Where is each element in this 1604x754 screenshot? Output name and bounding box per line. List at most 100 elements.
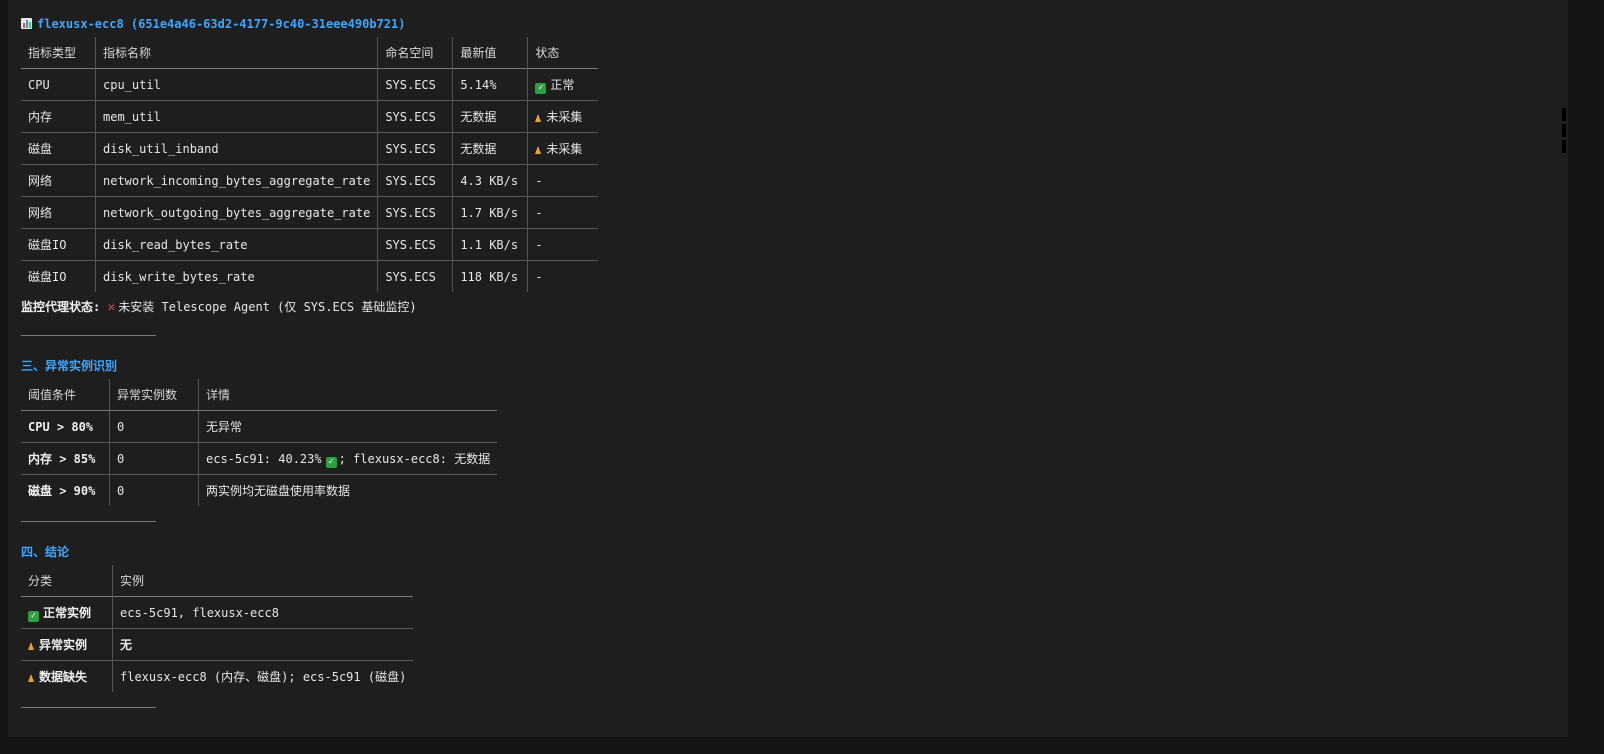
metric-namespace: SYS.ECS xyxy=(377,164,453,197)
divider xyxy=(21,707,156,708)
column-header: 异常实例数 xyxy=(109,379,199,411)
anomaly-count: 0 xyxy=(109,474,199,506)
check-icon: ✓ xyxy=(535,82,547,94)
table-header-row: 指标类型 指标名称 命名空间 最新值 状态 xyxy=(21,37,599,69)
conclusion-category: 数据缺失 xyxy=(21,661,113,693)
metric-name: mem_util xyxy=(94,100,378,133)
metric-value: 5.14% xyxy=(452,68,528,101)
metric-value: 4.3 KB/s xyxy=(452,164,528,197)
column-header: 指标名称 xyxy=(94,37,378,69)
metric-name: cpu_util xyxy=(94,68,378,101)
table-row: 网络 network_incoming_bytes_aggregate_rate… xyxy=(21,164,599,197)
metric-type: 磁盘IO xyxy=(28,270,67,284)
column-header: 实例 xyxy=(112,565,414,597)
table-row: 内存 > 85% 0 ecs-5c91: 40.23% ✓; flexusx-ec… xyxy=(21,442,498,475)
metric-type: 磁盘 xyxy=(28,142,53,156)
table-row: 磁盘 > 90% 0 两实例均无磁盘使用率数据 xyxy=(21,474,498,506)
metric-value: 118 KB/s xyxy=(452,260,528,292)
table-row: 磁盘 disk_util_inband SYS.ECS 无数据 未采集 xyxy=(21,132,599,165)
warning-icon xyxy=(535,114,542,122)
anomaly-detail: ecs-5c91: 40.23% ✓; flexusx-ecc8: 无数据 xyxy=(198,442,498,475)
warning-icon xyxy=(28,642,34,650)
metric-name: network_incoming_bytes_aggregate_rate xyxy=(94,164,378,197)
column-header: 状态 xyxy=(527,37,599,69)
metric-namespace: SYS.ECS xyxy=(377,196,453,229)
section-title-conclusion: 四、结论 xyxy=(21,545,70,559)
threshold-condition: 磁盘 > 90% xyxy=(28,484,96,498)
table-row: 内存 mem_util SYS.ECS 无数据 未采集 xyxy=(21,100,599,133)
agent-status-label: 监控代理状态: xyxy=(21,300,101,314)
warning-icon xyxy=(535,146,542,154)
conclusion-instances: 无 xyxy=(112,628,414,661)
category-label: 异常实例 xyxy=(39,638,88,652)
metric-type: 网络 xyxy=(28,174,53,188)
metric-status: - xyxy=(527,196,599,229)
instance-header: flexusx-ecc8 (651e4a46-63d2-4177-9c40-31… xyxy=(21,14,1568,34)
metrics-table: 指标类型 指标名称 命名空间 最新值 状态 CPU cpu_util SYS.E… xyxy=(21,37,599,292)
table-row: 磁盘IO disk_write_bytes_rate SYS.ECS 118 K… xyxy=(21,260,599,292)
metric-name: disk_util_inband xyxy=(94,132,378,165)
metric-name: disk_read_bytes_rate xyxy=(94,228,378,261)
column-header: 详情 xyxy=(198,379,498,411)
table-header-row: 分类 实例 xyxy=(21,565,414,597)
scroll-markers xyxy=(1562,108,1568,156)
conclusion-instances: flexusx-ecc8 (内存、磁盘); ecs-5c91 (磁盘) xyxy=(112,660,414,692)
detail-part: ecs-5c91: 40.23% xyxy=(206,451,322,466)
category-label: 正常实例 xyxy=(43,605,92,620)
conclusion-category: ✓ 正常实例 xyxy=(21,597,113,629)
metric-status: - xyxy=(527,228,599,261)
anomaly-detail: 两实例均无磁盘使用率数据 xyxy=(198,474,498,506)
instance-title: flexusx-ecc8 (651e4a46-63d2-4177-9c40-31… xyxy=(37,17,406,31)
metric-type: 内存 xyxy=(28,110,53,124)
column-header: 阈值条件 xyxy=(28,388,77,402)
column-header: 最新值 xyxy=(452,37,528,69)
table-row: 网络 network_outgoing_bytes_aggregate_rate… xyxy=(21,196,599,229)
section-title-anomaly: 三、异常实例识别 xyxy=(21,359,118,373)
table-row: 数据缺失 flexusx-ecc8 (内存、磁盘); ecs-5c91 (磁盘) xyxy=(21,660,414,693)
metric-value: 无数据 xyxy=(452,100,528,133)
metric-status: 未采集 xyxy=(527,132,599,165)
anomaly-detail: 无异常 xyxy=(198,410,498,443)
check-icon: ✓ xyxy=(28,610,39,622)
metric-namespace: SYS.ECS xyxy=(377,132,453,165)
warning-icon xyxy=(28,674,34,682)
metric-type: 网络 xyxy=(28,206,53,220)
table-row: 磁盘IO disk_read_bytes_rate SYS.ECS 1.1 KB… xyxy=(21,228,599,261)
metric-name: network_outgoing_bytes_aggregate_rate xyxy=(94,196,378,229)
column-header: 命名空间 xyxy=(377,37,453,69)
metric-value: 无数据 xyxy=(452,132,528,165)
threshold-condition: CPU > 80% xyxy=(28,419,94,434)
anomaly-count: 0 xyxy=(109,410,199,443)
metric-type: 磁盘IO xyxy=(28,238,67,252)
metric-value: 1.1 KB/s xyxy=(452,228,528,261)
conclusion-instances: ecs-5c91, flexusx-ecc8 xyxy=(112,596,414,629)
metric-status: - xyxy=(527,260,599,292)
bar-chart-icon xyxy=(21,18,32,29)
metric-status: ✓ 正常 xyxy=(527,68,599,101)
status-text: 未采集 xyxy=(546,142,583,156)
metric-namespace: SYS.ECS xyxy=(377,260,453,292)
metric-name: disk_write_bytes_rate xyxy=(94,260,378,292)
table-row: CPU > 80% 0 无异常 xyxy=(21,410,498,443)
agent-status-line: 监控代理状态: ✕ 未安装 Telescope Agent (仅 SYS.ECS … xyxy=(21,294,1568,320)
table-header-row: 阈值条件 异常实例数 详情 xyxy=(21,379,498,411)
column-header: 指标类型 xyxy=(28,46,77,60)
table-row: 异常实例 无 xyxy=(21,628,414,661)
status-text: 正常 xyxy=(550,77,575,92)
divider xyxy=(21,335,156,336)
column-header: 分类 xyxy=(28,574,53,588)
check-icon: ✓ xyxy=(325,456,337,468)
agent-status-text: 未安装 Telescope Agent (仅 SYS.ECS 基础监控) xyxy=(118,300,417,314)
metric-status: 未采集 xyxy=(527,100,599,133)
metric-namespace: SYS.ECS xyxy=(377,100,453,133)
metric-status: - xyxy=(527,164,599,197)
status-text: 未采集 xyxy=(546,110,583,124)
divider xyxy=(21,521,156,522)
anomaly-count: 0 xyxy=(109,442,199,475)
category-label: 数据缺失 xyxy=(39,670,88,684)
detail-part: ; flexusx-ecc8: 无数据 xyxy=(338,451,491,466)
table-row: ✓ 正常实例 ecs-5c91, flexusx-ecc8 xyxy=(21,596,414,629)
cross-icon: ✕ xyxy=(107,300,116,315)
metric-type: CPU xyxy=(28,77,50,92)
conclusion-table: 分类 实例 ✓ 正常实例 ecs-5c91, flexusx-ecc8 异常实例 … xyxy=(21,565,414,693)
